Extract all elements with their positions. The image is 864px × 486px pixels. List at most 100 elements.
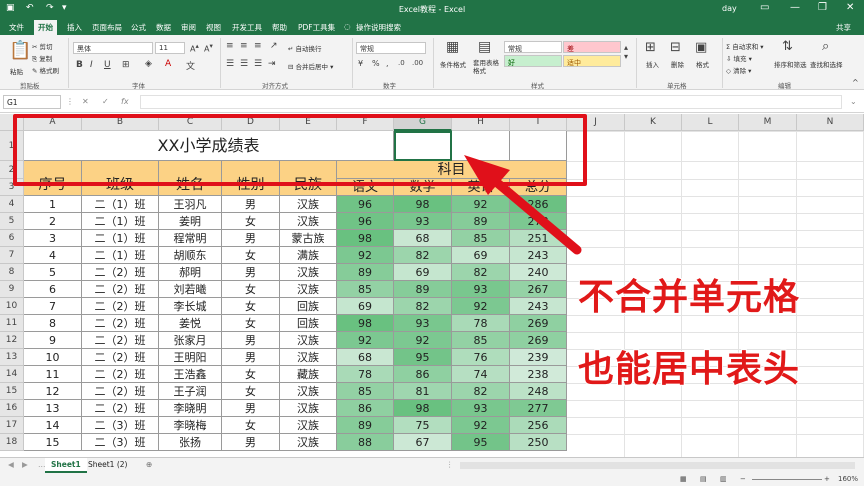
data-cell-r13-c3[interactable]: 李晓明 <box>159 400 222 417</box>
data-cell-r10-c9[interactable]: 239 <box>510 349 567 366</box>
style-bad[interactable]: 差 <box>563 41 621 53</box>
name-box[interactable]: G1 <box>3 95 61 109</box>
data-cell-r14-c4[interactable]: 女 <box>222 417 280 434</box>
clear-button[interactable]: ◇ 清除 ▾ <box>726 65 751 75</box>
data-cell-r4-c3[interactable]: 胡顺东 <box>159 247 222 264</box>
minimize-icon[interactable]: — <box>790 2 800 13</box>
format-painter-button[interactable]: ✎ 格式刷 <box>32 65 59 75</box>
data-cell-r5-c9[interactable]: 240 <box>510 264 567 281</box>
data-cell-r14-c1[interactable]: 14 <box>24 417 82 434</box>
data-cell-r10-c6[interactable]: 68 <box>337 349 394 366</box>
column-header-m[interactable]: M <box>739 114 797 131</box>
row-header-11[interactable]: 11 <box>0 315 24 332</box>
data-cell-r1-c3[interactable]: 王羽凡 <box>159 196 222 213</box>
data-cell-r10-c5[interactable]: 汉族 <box>280 349 337 366</box>
data-cell-r5-c4[interactable]: 男 <box>222 264 280 281</box>
row-header-8[interactable]: 8 <box>0 264 24 281</box>
data-cell-r10-c4[interactable]: 男 <box>222 349 280 366</box>
data-cell-r7-c8[interactable]: 92 <box>452 298 510 315</box>
decrease-font-icon[interactable]: A▾ <box>204 42 213 54</box>
data-cell-r4-c1[interactable]: 4 <box>24 247 82 264</box>
tell-me-search[interactable]: 操作说明搜索 <box>356 22 401 33</box>
data-cell-r7-c6[interactable]: 69 <box>337 298 394 315</box>
data-cell-r12-c9[interactable]: 248 <box>510 383 567 400</box>
column-header-k[interactable]: K <box>625 114 682 131</box>
format-cells-button[interactable]: 格式 <box>696 59 709 69</box>
row-header-14[interactable]: 14 <box>0 366 24 383</box>
row-header-7[interactable]: 7 <box>0 247 24 264</box>
data-cell-r2-c9[interactable]: 278 <box>510 213 567 230</box>
zoom-out-icon[interactable]: − <box>740 475 746 483</box>
data-cell-r3-c1[interactable]: 3 <box>24 230 82 247</box>
data-cell-r7-c7[interactable]: 82 <box>394 298 452 315</box>
data-cell-r9-c1[interactable]: 9 <box>24 332 82 349</box>
data-cell-r6-c6[interactable]: 85 <box>337 281 394 298</box>
data-cell-r5-c2[interactable]: 二（2）班 <box>82 264 159 281</box>
paste-icon[interactable]: 📋 <box>9 40 31 61</box>
data-cell-r12-c4[interactable]: 女 <box>222 383 280 400</box>
data-cell-r8-c3[interactable]: 姜悦 <box>159 315 222 332</box>
row-header-6[interactable]: 6 <box>0 230 24 247</box>
bold-icon[interactable]: B <box>76 60 83 70</box>
data-cell-r15-c6[interactable]: 88 <box>337 434 394 451</box>
align-top-icon[interactable]: ≡ <box>226 41 234 51</box>
data-cell-r2-c1[interactable]: 2 <box>24 213 82 230</box>
data-cell-r14-c7[interactable]: 75 <box>394 417 452 434</box>
close-icon[interactable]: ✕ <box>846 2 854 13</box>
restore-icon[interactable]: ❐ <box>818 2 827 13</box>
data-cell-r2-c5[interactable]: 汉族 <box>280 213 337 230</box>
data-cell-r6-c5[interactable]: 汉族 <box>280 281 337 298</box>
data-cell-r11-c3[interactable]: 王浩鑫 <box>159 366 222 383</box>
data-cell-r8-c7[interactable]: 93 <box>394 315 452 332</box>
data-cell-r6-c3[interactable]: 刘若曦 <box>159 281 222 298</box>
style-neutral[interactable]: 适中 <box>563 55 621 67</box>
data-cell-r8-c5[interactable]: 回族 <box>280 315 337 332</box>
align-center-icon[interactable]: ☰ <box>240 59 248 69</box>
data-cell-r6-c9[interactable]: 267 <box>510 281 567 298</box>
tab-developer[interactable]: 开发工具 <box>232 22 262 33</box>
data-cell-r7-c1[interactable]: 7 <box>24 298 82 315</box>
data-cell-r5-c8[interactable]: 82 <box>452 264 510 281</box>
data-cell-r15-c1[interactable]: 15 <box>24 434 82 451</box>
data-cell-r11-c5[interactable]: 藏族 <box>280 366 337 383</box>
decrease-decimal-icon[interactable]: .00 <box>412 59 423 67</box>
data-cell-r11-c4[interactable]: 女 <box>222 366 280 383</box>
data-cell-r12-c6[interactable]: 85 <box>337 383 394 400</box>
share-button[interactable]: 共享 <box>836 22 851 33</box>
expand-formula-icon[interactable]: ⌄ <box>850 97 857 106</box>
data-cell-r15-c2[interactable]: 二（3）班 <box>82 434 159 451</box>
data-cell-r10-c2[interactable]: 二（2）班 <box>82 349 159 366</box>
data-cell-r8-c6[interactable]: 98 <box>337 315 394 332</box>
data-cell-r11-c2[interactable]: 二（2）班 <box>82 366 159 383</box>
tab-file[interactable]: 文件 <box>9 22 24 33</box>
data-cell-r1-c2[interactable]: 二（1）班 <box>82 196 159 213</box>
data-cell-r2-c4[interactable]: 女 <box>222 213 280 230</box>
data-cell-r11-c1[interactable]: 11 <box>24 366 82 383</box>
currency-icon[interactable]: ¥ <box>358 59 363 68</box>
data-cell-r11-c8[interactable]: 74 <box>452 366 510 383</box>
data-cell-r15-c5[interactable]: 汉族 <box>280 434 337 451</box>
delete-cells-icon[interactable]: ⊟ <box>670 40 681 55</box>
fill-color-icon[interactable]: ◈ <box>145 59 152 69</box>
cancel-icon[interactable]: ✕ <box>82 97 89 106</box>
data-cell-r13-c9[interactable]: 277 <box>510 400 567 417</box>
data-cell-r4-c2[interactable]: 二（1）班 <box>82 247 159 264</box>
align-bottom-icon[interactable]: ≡ <box>254 41 262 51</box>
increase-decimal-icon[interactable]: .0 <box>398 59 405 67</box>
data-cell-r15-c7[interactable]: 67 <box>394 434 452 451</box>
data-cell-r1-c7[interactable]: 98 <box>394 196 452 213</box>
data-cell-r13-c5[interactable]: 汉族 <box>280 400 337 417</box>
autosum-button[interactable]: Σ 自动求和 ▾ <box>726 41 764 51</box>
data-cell-r12-c8[interactable]: 82 <box>452 383 510 400</box>
data-cell-r12-c3[interactable]: 王子润 <box>159 383 222 400</box>
data-cell-r11-c7[interactable]: 86 <box>394 366 452 383</box>
data-cell-r4-c8[interactable]: 69 <box>452 247 510 264</box>
insert-cells-icon[interactable]: ⊞ <box>645 40 656 55</box>
font-name-select[interactable]: 黑体 <box>73 42 153 54</box>
data-cell-r1-c8[interactable]: 92 <box>452 196 510 213</box>
paste-button[interactable]: 粘贴 <box>10 66 23 76</box>
page-break-view-icon[interactable]: ▥ <box>720 475 727 483</box>
data-cell-r9-c5[interactable]: 汉族 <box>280 332 337 349</box>
data-cell-r3-c5[interactable]: 蒙古族 <box>280 230 337 247</box>
data-cell-r7-c4[interactable]: 女 <box>222 298 280 315</box>
